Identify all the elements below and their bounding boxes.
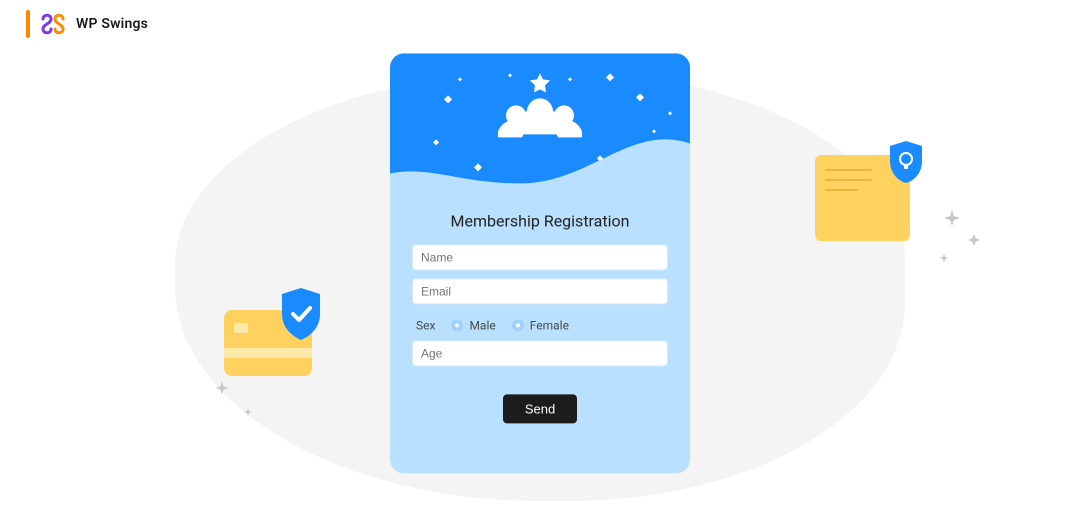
brand-logo-icon bbox=[40, 11, 66, 37]
card-header bbox=[390, 53, 690, 193]
card-chip-icon bbox=[234, 323, 248, 333]
radio-male[interactable]: Male bbox=[451, 318, 495, 332]
sparkle-icon bbox=[944, 210, 960, 226]
sparkle-icon bbox=[216, 382, 229, 395]
radio-dot-icon bbox=[512, 319, 524, 331]
sex-row: Sex Male Female bbox=[412, 312, 668, 340]
doc-lines-icon bbox=[825, 169, 872, 191]
registration-card: Membership Registration Sex Male Female … bbox=[390, 53, 690, 473]
sparkle-icon bbox=[968, 234, 981, 247]
female-label: Female bbox=[530, 318, 569, 332]
send-row: Send bbox=[412, 394, 668, 423]
sparkle-icon bbox=[940, 254, 949, 263]
brand-bar: WP Swings bbox=[26, 10, 148, 38]
name-field[interactable] bbox=[412, 244, 668, 270]
sex-label: Sex bbox=[416, 318, 435, 332]
form-title: Membership Registration bbox=[412, 211, 668, 230]
sparkle-icon bbox=[244, 408, 252, 416]
brand-accent bbox=[26, 10, 30, 38]
radio-dot-icon bbox=[451, 319, 463, 331]
doc-illustration bbox=[815, 155, 910, 241]
credit-card-illustration bbox=[224, 310, 312, 376]
radio-female[interactable]: Female bbox=[512, 318, 569, 332]
email-field[interactable] bbox=[412, 278, 668, 304]
male-label: Male bbox=[469, 318, 495, 332]
shield-lightbulb-icon bbox=[886, 139, 926, 185]
brand-name: WP Swings bbox=[76, 16, 148, 32]
send-button[interactable]: Send bbox=[503, 394, 577, 423]
registration-form: Membership Registration Sex Male Female … bbox=[390, 193, 690, 423]
age-field[interactable] bbox=[412, 340, 668, 366]
card-stripe-icon bbox=[224, 348, 312, 358]
shield-check-icon bbox=[276, 286, 326, 342]
